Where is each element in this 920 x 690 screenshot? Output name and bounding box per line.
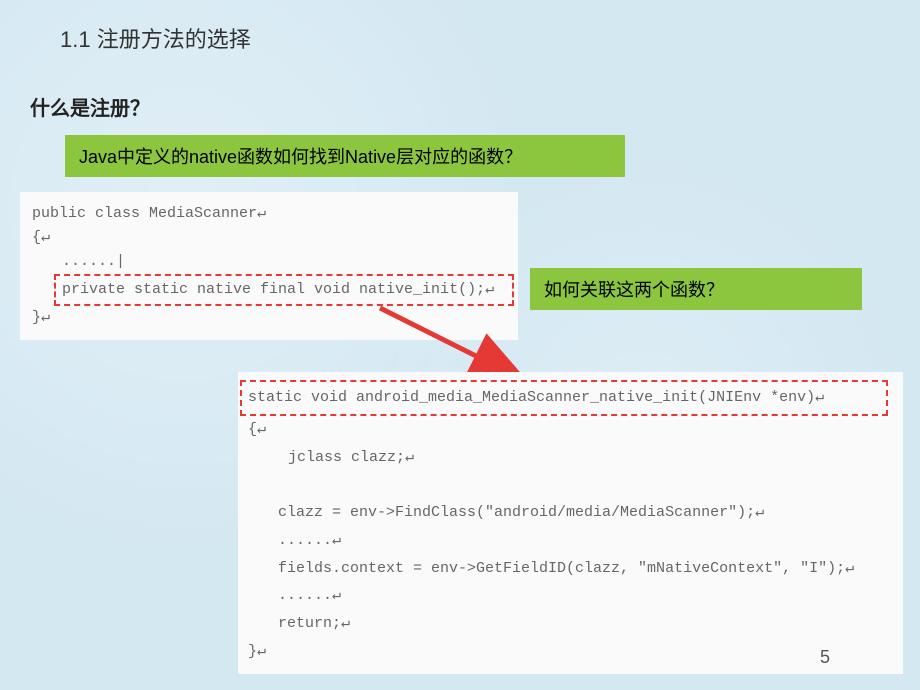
highlighted-cpp-native-impl: static void android_media_MediaScanner_n… xyxy=(240,380,888,416)
code-text: static void android_media_MediaScanner_n… xyxy=(248,389,824,406)
page-number: 5 xyxy=(820,647,830,668)
code-line: clazz = env->FindClass("android/media/Me… xyxy=(248,499,893,527)
code-line: fields.context = env->GetFieldID(clazz, … xyxy=(248,555,893,583)
code-line: ......↵ xyxy=(248,582,893,610)
section-title: 1.1 注册方法的选择 xyxy=(60,22,251,54)
highlighted-java-native-decl: private static native final void native_… xyxy=(54,274,514,306)
code-text: private static native final void native_… xyxy=(62,281,494,298)
code-line: jclass clazz;↵ xyxy=(248,444,893,472)
code-line: public class MediaScanner↵ xyxy=(32,202,506,226)
code-line: }↵ xyxy=(32,306,506,330)
highlight-question-1: Java中定义的native函数如何找到Native层对应的函数？ xyxy=(65,135,625,177)
code-line: }↵ xyxy=(248,638,893,666)
cpp-code-block: static void android_media_MediaScanner_n… xyxy=(238,372,903,674)
code-line: ......| xyxy=(32,250,506,274)
code-line-blank xyxy=(248,471,893,499)
code-line: return;↵ xyxy=(248,610,893,638)
sub-title: 什么是注册？ xyxy=(30,92,150,121)
java-code-block: public class MediaScanner↵ {↵ ......| pr… xyxy=(20,192,518,340)
code-line: {↵ xyxy=(32,226,506,250)
code-line: {↵ xyxy=(248,416,893,444)
code-line: ......↵ xyxy=(248,527,893,555)
highlight-question-2: 如何关联这两个函数？ xyxy=(530,268,862,310)
